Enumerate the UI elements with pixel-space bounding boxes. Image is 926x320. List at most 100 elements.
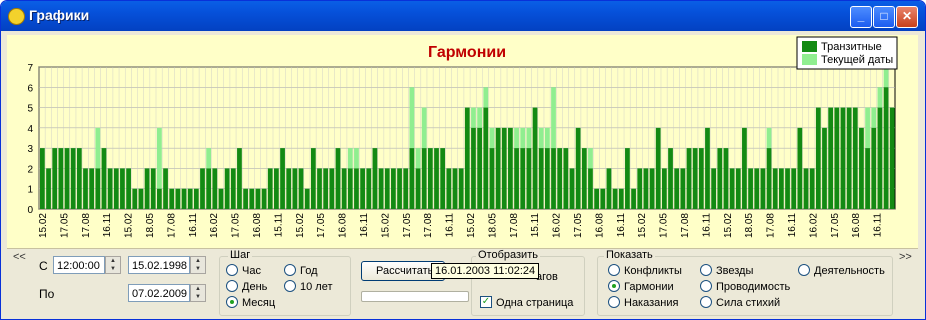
from-time-field[interactable]: 12:00:00 — [53, 256, 105, 274]
bar-transit — [840, 107, 846, 209]
bar-current-date — [526, 127, 532, 149]
bar-transit — [458, 168, 464, 209]
steps-count-label: агов — [536, 271, 558, 283]
bar-transit — [187, 188, 193, 209]
radio-element-strength[interactable] — [700, 296, 712, 309]
one-page-checkbox[interactable]: ✓ — [480, 296, 492, 309]
y-tick-label: 2 — [27, 164, 33, 175]
radio-conductivity[interactable] — [700, 280, 712, 293]
to-label: По — [39, 287, 55, 301]
one-page-option[interactable]: ✓ Одна страница — [480, 296, 573, 309]
bar-transit — [612, 188, 618, 209]
step-option-day[interactable]: День — [226, 280, 267, 293]
radio-conflicts[interactable] — [608, 264, 620, 277]
bar-transit — [551, 148, 556, 209]
step-group-title: Шаг — [228, 249, 253, 261]
display-group-title: Отобразить — [476, 249, 540, 261]
radio-punishments[interactable] — [608, 296, 620, 309]
y-tick-label: 3 — [27, 144, 33, 155]
bar-transit — [822, 127, 827, 209]
x-tick-label: 16.11 — [102, 213, 113, 238]
bar-transit — [846, 107, 852, 209]
maximize-button[interactable]: □ — [873, 6, 895, 28]
bar-current-date — [347, 148, 353, 169]
from-date-field[interactable]: 15.02.1998 — [128, 256, 190, 274]
minimize-button[interactable]: _ — [850, 6, 872, 28]
show-option-stars[interactable]: Звезды — [700, 264, 753, 277]
x-tick-label: 16.11 — [873, 213, 884, 238]
radio-stars[interactable] — [700, 264, 712, 277]
to-date-field[interactable]: 07.02.2009 — [128, 284, 190, 302]
bar-transit — [138, 188, 144, 209]
x-tick-label: 17.05 — [573, 213, 584, 238]
bar-transit — [409, 148, 415, 209]
show-option-harmonies[interactable]: Гармонии — [608, 280, 674, 293]
x-tick-label: 15.02 — [38, 213, 49, 238]
radio-10years[interactable] — [284, 280, 296, 293]
show-option-conflicts[interactable]: Конфликты — [608, 264, 682, 277]
x-tick-label: 16.11 — [445, 213, 456, 238]
bar-transit — [618, 188, 624, 209]
nav-next-button[interactable]: >> — [899, 251, 912, 263]
bar-transit — [532, 107, 538, 209]
show-option-conductivity[interactable]: Проводимость — [700, 280, 790, 293]
radio-year[interactable] — [284, 264, 296, 277]
bar-transit — [852, 107, 858, 209]
bar-transit — [668, 148, 673, 209]
bar-transit — [126, 168, 131, 209]
bar-transit — [113, 168, 119, 209]
bar-transit — [354, 168, 359, 209]
charts-window: Графики _ □ ✕ Гармонии 0 1 2 3 4 5 6 7 15.02 17.… — [0, 0, 926, 320]
bar-current-date — [538, 127, 544, 149]
bar-transit — [446, 168, 452, 209]
radio-harmonies-selected[interactable] — [608, 280, 620, 293]
bar-transit — [489, 148, 495, 209]
bar-transit — [372, 148, 378, 209]
y-axis-ticks: 0 1 2 3 4 5 6 7 — [27, 63, 33, 216]
bar-transit — [421, 148, 427, 209]
to-date-spinner[interactable]: ▲ ▼ — [190, 284, 206, 302]
step-option-month[interactable]: Месяц — [226, 296, 275, 309]
bar-transit — [637, 168, 643, 209]
bar-transit — [889, 107, 895, 209]
close-button[interactable]: ✕ — [896, 6, 918, 28]
bar-transit — [643, 168, 649, 209]
step-option-hour[interactable]: Час — [226, 264, 261, 277]
y-tick-label: 4 — [27, 124, 33, 135]
x-tick-label: 16.11 — [787, 213, 798, 238]
bar-current-date — [551, 87, 556, 149]
x-tick-label: 16.02 — [209, 213, 220, 238]
bar-transit — [329, 168, 335, 209]
bar-current-date — [483, 87, 489, 108]
legend-label-transit: Транзитные — [821, 41, 882, 53]
x-tick-label: 16.11 — [701, 213, 712, 238]
show-option-element-strength[interactable]: Сила стихий — [700, 296, 780, 309]
show-option-activity[interactable]: Деятельность — [798, 264, 885, 277]
chart-title: Гармонии — [428, 44, 506, 61]
bar-current-date — [514, 127, 519, 149]
bar-transit — [415, 168, 421, 209]
bar-transit — [212, 168, 218, 209]
step-option-10years[interactable]: 10 лет — [284, 280, 333, 293]
bar-transit — [686, 148, 692, 209]
radio-hour[interactable] — [226, 264, 238, 277]
x-tick-label: 16.02 — [552, 213, 563, 238]
nav-prev-button[interactable]: << — [13, 251, 26, 263]
title-bar[interactable]: Графики _ □ ✕ — [1, 1, 925, 31]
bar-transit — [243, 188, 248, 209]
bar-transit — [274, 168, 279, 209]
step-option-year[interactable]: Год — [284, 264, 318, 277]
bar-current-date — [409, 87, 415, 149]
radio-day[interactable] — [226, 280, 238, 293]
from-date-spinner[interactable]: ▲ ▼ — [190, 256, 206, 274]
bar-transit — [101, 148, 107, 209]
bar-transit — [317, 168, 322, 209]
bar-transit — [434, 148, 439, 209]
bar-transit — [46, 168, 51, 209]
bar-transit — [717, 148, 723, 209]
radio-month-selected[interactable] — [226, 296, 238, 309]
bar-transit — [230, 168, 236, 209]
from-time-spinner[interactable]: ▲ ▼ — [105, 256, 121, 274]
show-option-punishments[interactable]: Наказания — [608, 296, 678, 309]
radio-activity[interactable] — [798, 264, 810, 277]
